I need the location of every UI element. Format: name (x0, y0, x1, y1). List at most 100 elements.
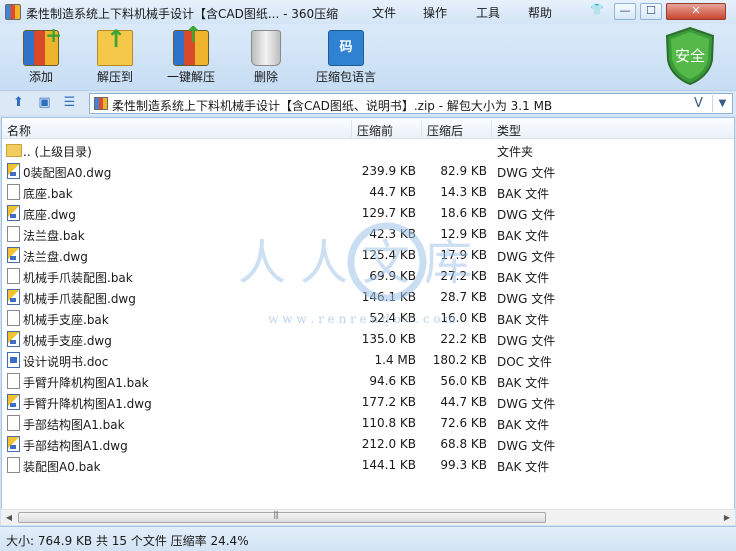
file-compressed-size: 16.0 KB (440, 311, 487, 325)
file-type: DOC 文件 (497, 355, 552, 369)
file-size: 110.8 KB (361, 416, 416, 430)
column-size[interactable]: 压缩前 (357, 122, 393, 139)
add-button-label: 添加 (28, 70, 53, 84)
add-button[interactable]: 添加 (6, 23, 76, 88)
column-compressed[interactable]: 压缩后 (427, 122, 463, 139)
delete-button[interactable]: 删除 (231, 28, 301, 88)
table-row[interactable]: 设计说明书.doc 1.4 MB 180.2 KB DOC 文件 (2, 350, 734, 371)
file-compressed-size: 27.2 KB (440, 269, 487, 283)
up-arrow-icon[interactable]: ⬆ (10, 95, 27, 111)
table-row[interactable]: 机械手爪装配图.dwg 146.1 KB 28.7 KB DWG 文件 (2, 287, 734, 308)
menu-file[interactable]: 文件 (372, 4, 396, 21)
file-name: 机械手支座.bak (23, 313, 109, 327)
file-name: 法兰盘.bak (23, 229, 85, 243)
address-bar[interactable]: 柔性制造系统上下料机械手设计【含CAD图纸、说明书】.zip - 解包大小为 3… (89, 93, 733, 114)
file-list[interactable]: 名称 压缩前 压缩后 类型 .. (上级目录) 文件夹 0装配图A0.dwg 239.… (1, 117, 735, 525)
list-view-icon[interactable]: ☰ (61, 95, 78, 111)
status-summary: 大小: 764.9 KB 共 15 个文件 压缩率 24.4% (6, 534, 249, 548)
one-click-extract-button[interactable]: 一键解压 (156, 23, 226, 88)
toolbar: 添加 解压到 一键解压 删除 码 压缩包语言 (0, 23, 736, 90)
file-type: 文件夹 (497, 145, 534, 159)
table-row[interactable]: 手部结构图A1.dwg 212.0 KB 68.8 KB DWG 文件 (2, 434, 734, 455)
file-size: 52.4 KB (369, 311, 416, 325)
menu-help[interactable]: 帮助 (528, 4, 552, 21)
minimize-button[interactable]: — (614, 3, 636, 20)
thumbnail-view-icon[interactable]: ▣ (36, 95, 53, 111)
table-row[interactable]: 底座.bak 44.7 KB 14.3 KB BAK 文件 (2, 182, 734, 203)
file-type: DWG 文件 (497, 397, 556, 411)
table-row[interactable]: 手臂升降机构图A1.bak 94.6 KB 56.0 KB BAK 文件 (2, 371, 734, 392)
security-shield-icon[interactable]: 安全 (664, 26, 716, 86)
file-type: BAK 文件 (497, 376, 550, 390)
file-compressed-size: 17.9 KB (440, 248, 487, 262)
file-compressed-size: 12.9 KB (440, 227, 487, 241)
table-row[interactable]: .. (上级目录) 文件夹 (2, 140, 734, 161)
maximize-button[interactable]: ☐ (640, 3, 662, 20)
one-click-extract-icon (173, 23, 209, 66)
code-language-button[interactable]: 码 压缩包语言 (306, 28, 386, 88)
scrollbar-thumb[interactable] (18, 510, 546, 523)
extract-folder-icon (97, 25, 133, 66)
extract-to-label: 解压到 (96, 70, 133, 84)
scroll-left-icon[interactable]: ◀ (1, 510, 17, 525)
bak-file-icon (7, 457, 20, 473)
verify-icon[interactable]: V (694, 96, 703, 111)
bak-file-icon (7, 268, 20, 284)
column-type[interactable]: 类型 (497, 122, 521, 139)
window-title: 柔性制造系统上下料机械手设计【含CAD图纸... - 360压缩 (26, 7, 339, 21)
app-logo-icon (5, 4, 21, 20)
file-compressed-size: 44.7 KB (440, 395, 487, 409)
bak-file-icon (7, 184, 20, 200)
table-row[interactable]: 机械手支座.dwg 135.0 KB 22.2 KB DWG 文件 (2, 329, 734, 350)
delete-label: 删除 (253, 70, 278, 84)
file-size: 177.2 KB (361, 395, 416, 409)
table-row[interactable]: 装配图A0.bak 144.1 KB 99.3 KB BAK 文件 (2, 455, 734, 476)
file-name: 机械手爪装配图.dwg (23, 292, 136, 306)
table-row[interactable]: 法兰盘.dwg 125.4 KB 17.9 KB DWG 文件 (2, 245, 734, 266)
dwg-file-icon (7, 331, 20, 347)
dwg-file-icon (7, 394, 20, 410)
file-type: BAK 文件 (497, 460, 550, 474)
table-row[interactable]: 0装配图A0.dwg 239.9 KB 82.9 KB DWG 文件 (2, 161, 734, 182)
dwg-file-icon (7, 205, 20, 221)
file-name: 手部结构图A1.dwg (23, 439, 128, 453)
file-name: 底座.bak (23, 187, 73, 201)
table-row[interactable]: 手部结构图A1.bak 110.8 KB 72.6 KB BAK 文件 (2, 413, 734, 434)
file-compressed-size: 28.7 KB (440, 290, 487, 304)
file-compressed-size: 18.6 KB (440, 206, 487, 220)
close-button[interactable]: ✕ (666, 3, 726, 20)
file-name: 装配图A0.bak (23, 460, 101, 474)
bak-file-icon (7, 226, 20, 242)
file-size: 94.6 KB (369, 374, 416, 388)
file-name: 机械手支座.dwg (23, 334, 112, 348)
column-name[interactable]: 名称 (7, 122, 31, 139)
menu-tools[interactable]: 工具 (476, 4, 500, 21)
horizontal-scrollbar[interactable]: ◀ ▶ (1, 509, 735, 525)
table-row[interactable]: 底座.dwg 129.7 KB 18.6 KB DWG 文件 (2, 203, 734, 224)
file-compressed-size: 72.6 KB (440, 416, 487, 430)
code-language-label: 压缩包语言 (315, 70, 376, 84)
file-size: 146.1 KB (361, 290, 416, 304)
dwg-file-icon (7, 436, 20, 452)
table-row[interactable]: 机械手爪装配图.bak 69.9 KB 27.2 KB BAK 文件 (2, 266, 734, 287)
archive-path: 柔性制造系统上下料机械手设计【含CAD图纸、说明书】.zip - 解包大小为 3… (112, 99, 553, 113)
table-row[interactable]: 机械手支座.bak 52.4 KB 16.0 KB BAK 文件 (2, 308, 734, 329)
address-dropdown-button[interactable]: ▼ (712, 95, 732, 112)
skin-icon[interactable]: 👕 (586, 3, 608, 20)
status-bar: 大小: 764.9 KB 共 15 个文件 压缩率 24.4% (0, 526, 736, 551)
file-size: 125.4 KB (361, 248, 416, 262)
file-size: 239.9 KB (361, 164, 416, 178)
list-header: 名称 压缩前 压缩后 类型 (2, 118, 734, 139)
one-click-extract-label: 一键解压 (166, 70, 215, 84)
add-archive-icon (23, 23, 62, 66)
menu-operate[interactable]: 操作 (423, 4, 447, 21)
extract-to-button[interactable]: 解压到 (80, 25, 150, 88)
table-row[interactable]: 法兰盘.bak 42.3 KB 12.9 KB BAK 文件 (2, 224, 734, 245)
table-row[interactable]: 手臂升降机构图A1.dwg 177.2 KB 44.7 KB DWG 文件 (2, 392, 734, 413)
file-name: 手臂升降机构图A1.dwg (23, 397, 152, 411)
scroll-right-icon[interactable]: ▶ (719, 510, 735, 525)
file-size: 144.1 KB (361, 458, 416, 472)
file-compressed-size: 82.9 KB (440, 164, 487, 178)
bak-file-icon (7, 415, 20, 431)
file-size: 1.4 MB (374, 353, 416, 367)
